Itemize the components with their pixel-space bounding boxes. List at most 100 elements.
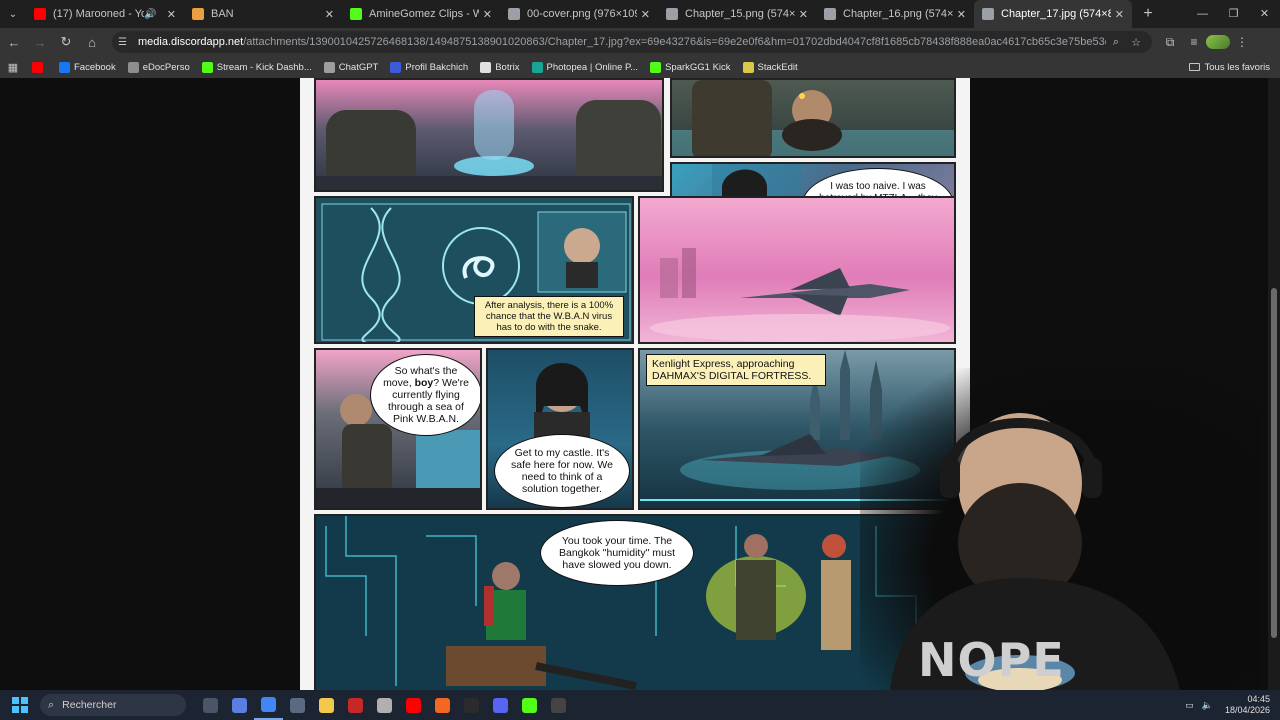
site-info-icon[interactable]: ☰	[118, 37, 132, 48]
window-controls: — ❐ ✕	[1187, 0, 1280, 28]
restore-button[interactable]: ❐	[1218, 0, 1249, 28]
extensions-icon[interactable]: ⧉	[1158, 35, 1182, 50]
discord-icon	[493, 697, 508, 713]
taskbar-search[interactable]: ⌕ Rechercher	[40, 694, 186, 716]
webcam-shirt-text: NOPE	[918, 633, 1065, 687]
bookmark-favicon-icon	[390, 61, 402, 73]
tab-title: (17) Marooned - YouTube	[53, 8, 145, 20]
taskbar-app-discord[interactable]	[486, 690, 515, 720]
bookmark-item[interactable]	[32, 61, 47, 73]
apps-grid-icon[interactable]: ▦	[0, 61, 26, 74]
browser-tab[interactable]: BAN ✕	[184, 0, 342, 28]
clock-time: 04:45	[1247, 694, 1270, 704]
comic-panel-lighter	[670, 78, 956, 158]
browser-tab[interactable]: (17) Marooned - YouTube🔊 ✕	[26, 0, 184, 28]
browser-tab[interactable]: 00-cover.png (976×1091) ✕	[500, 0, 658, 28]
taskbar-app-kick[interactable]	[515, 690, 544, 720]
copilot-icon	[232, 697, 247, 713]
forward-button[interactable]: →	[28, 35, 52, 50]
bookmark-item[interactable]: Photopea | Online P...	[531, 61, 638, 73]
all-bookmarks-button[interactable]: Tous les favoris	[1188, 56, 1270, 78]
tab-close-icon[interactable]: ✕	[483, 8, 492, 21]
bookmark-label: Botrix	[495, 61, 520, 73]
file-explorer-icon	[319, 697, 334, 713]
bookmark-item[interactable]: Botrix	[480, 61, 520, 73]
taskbar-app-file-explorer[interactable]	[312, 690, 341, 720]
bookmark-item[interactable]: ChatGPT	[323, 61, 378, 73]
profile-avatar[interactable]	[1206, 35, 1230, 50]
tab-favicon-icon	[192, 8, 204, 20]
orange-app-icon	[435, 697, 450, 713]
bookmark-item[interactable]: Stream - Kick Dashb...	[201, 61, 312, 73]
browser-tab[interactable]: Chapter_17.jpg (574×856) ✕	[974, 0, 1132, 28]
kick-icon	[522, 697, 537, 713]
notification-icon[interactable]: ▭	[1185, 700, 1194, 711]
lighter-scene-art	[672, 80, 954, 156]
speech-bubble-took-time-text: You took your time. The Bangkok "humidit…	[558, 535, 675, 571]
scrollbar-thumb[interactable]	[1271, 288, 1277, 638]
reload-button[interactable]: ↻	[54, 34, 78, 50]
taskbar-app-orange-app[interactable]	[428, 690, 457, 720]
bookmark-favicon-icon	[650, 61, 662, 73]
taskbar-app-youtube[interactable]	[399, 690, 428, 720]
bookmark-item[interactable]: SparkGG1 Kick	[650, 61, 731, 73]
tab-audio-icon[interactable]: 🔊	[144, 9, 156, 20]
browser-tab[interactable]: AmineGomez Clips - Watch Liv ✕	[342, 0, 500, 28]
browser-toolbar: ← → ↻ ⌂ ☰ media.discordapp.net /attachme…	[0, 28, 1280, 56]
start-button[interactable]	[0, 697, 40, 713]
speech-bubble-move-text: So what's the move, boy? We're currently…	[381, 365, 471, 425]
comic-panel-castle-talk: Get to my castle. It's safe here for now…	[486, 348, 634, 510]
bookmark-favicon-icon	[480, 61, 492, 73]
taskbar-app-task-view[interactable]	[196, 690, 225, 720]
back-button[interactable]: ←	[2, 35, 26, 50]
taskbar-app-chrome[interactable]	[254, 690, 283, 720]
menu-icon[interactable]: ⋮	[1230, 35, 1254, 50]
bookmark-item[interactable]: Facebook	[59, 61, 116, 73]
tab-close-icon[interactable]: ✕	[641, 8, 650, 21]
bookmark-star-icon[interactable]: ☆	[1126, 36, 1146, 49]
taskbar-app-media-player[interactable]	[544, 690, 573, 720]
bookmark-item[interactable]: eDocPerso	[127, 61, 190, 73]
tab-close-icon[interactable]: ✕	[957, 8, 966, 21]
browser-tab[interactable]: Chapter_16.png (574×856) ✕	[816, 0, 974, 28]
folder-icon	[1188, 63, 1200, 71]
taskbar-app-calculator[interactable]	[283, 690, 312, 720]
bookmark-label: StackEdit	[757, 61, 798, 73]
home-button[interactable]: ⌂	[80, 35, 104, 50]
bookmark-label: Stream - Kick Dashb...	[216, 61, 312, 73]
bookmark-favicon-icon	[32, 61, 43, 73]
close-window-button[interactable]: ✕	[1249, 0, 1280, 28]
address-bar[interactable]: ☰ media.discordapp.net /attachments/1390…	[112, 31, 1152, 53]
caption-kenlight: Kenlight Express, approaching DAHMAX'S D…	[646, 354, 826, 386]
new-tab-button[interactable]: +	[1136, 5, 1160, 23]
bookmark-item[interactable]: Profil Bakchich	[390, 61, 468, 73]
browser-tab[interactable]: Chapter_15.png (574×856) ✕	[658, 0, 816, 28]
tab-close-icon[interactable]: ✕	[1115, 8, 1124, 21]
speech-bubble-move-text-bold: boy	[414, 377, 434, 389]
tab-close-icon[interactable]: ✕	[325, 8, 334, 21]
tab-close-icon[interactable]: ✕	[167, 8, 176, 21]
taskbar-search-placeholder: Rechercher	[62, 699, 117, 711]
media-player-icon	[551, 697, 566, 713]
volume-icon[interactable]: 🔈	[1202, 700, 1213, 711]
minimize-button[interactable]: —	[1187, 0, 1218, 28]
tab-favicon-icon	[982, 8, 994, 20]
bookmark-label: Facebook	[74, 61, 116, 73]
taskbar-app-editor[interactable]	[370, 690, 399, 720]
bookmark-item[interactable]: StackEdit	[742, 61, 798, 73]
tab-close-icon[interactable]: ✕	[799, 8, 808, 21]
system-tray: ▭ 🔈 04:45 18/04/2026	[1185, 690, 1270, 720]
media-controls-icon[interactable]: ≡	[1182, 35, 1206, 50]
taskbar-app-red-app[interactable]	[341, 690, 370, 720]
bookmark-label: eDocPerso	[142, 61, 190, 73]
taskbar-app-obs[interactable]	[457, 690, 486, 720]
bookmark-favicon-icon	[531, 61, 543, 73]
tab-title: BAN	[211, 8, 234, 20]
zoom-icon[interactable]: ⌕	[1106, 36, 1126, 49]
tab-favicon-icon	[666, 8, 678, 20]
page-scrollbar[interactable]	[1268, 78, 1280, 690]
clock[interactable]: 04:45 18/04/2026	[1225, 694, 1270, 716]
bookmark-favicon-icon	[59, 61, 70, 73]
taskbar-app-copilot[interactable]	[225, 690, 254, 720]
tab-search-button[interactable]: ⌄	[0, 0, 26, 28]
